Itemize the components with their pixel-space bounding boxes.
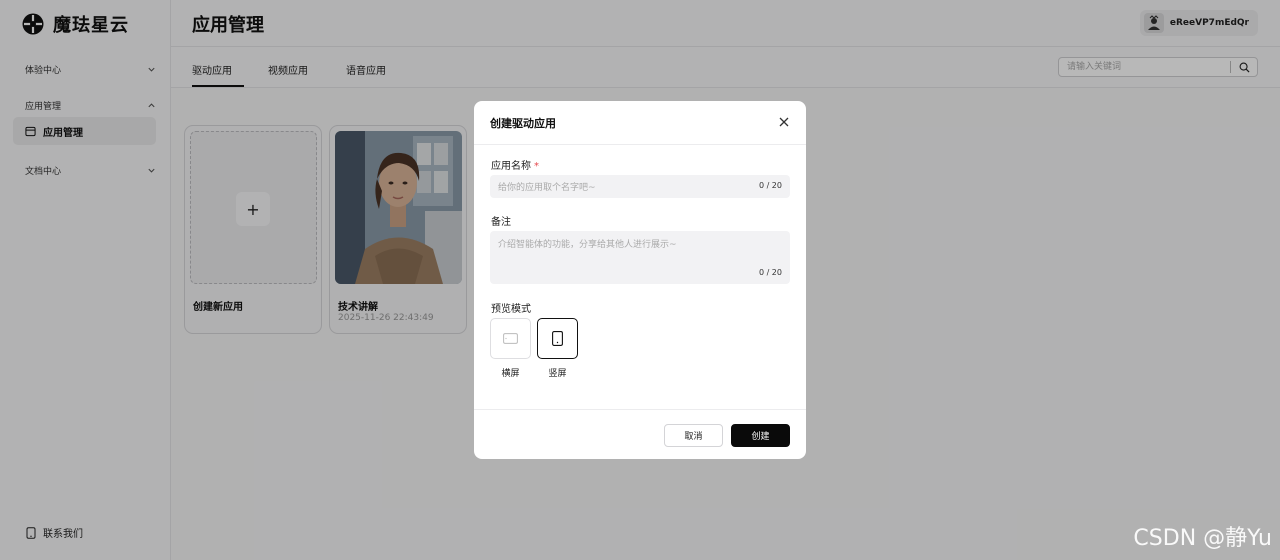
note-field: 0 / 20: [490, 231, 790, 284]
create-button[interactable]: 创建: [731, 424, 790, 447]
dialog-footer: 取消 创建: [474, 409, 806, 459]
watermark: CSDN @静Yu: [1133, 526, 1272, 551]
portrait-mode-option[interactable]: [537, 318, 578, 359]
cancel-button[interactable]: 取消: [664, 424, 723, 447]
landscape-screen-icon: [503, 333, 518, 344]
dialog-title: 创建驱动应用: [490, 117, 556, 130]
note-counter: 0 / 20: [758, 268, 782, 277]
create-app-dialog: 创建驱动应用 应用名称* 0 / 20 备注 0 / 20 预览模式 横屏 竖屏…: [474, 101, 806, 459]
portrait-mode-label: 竖屏: [548, 369, 567, 379]
landscape-mode-option[interactable]: [490, 318, 531, 359]
app-name-label-text: 应用名称: [491, 161, 531, 172]
close-icon[interactable]: [778, 116, 790, 128]
app-name-input[interactable]: [490, 176, 790, 200]
preview-mode-label: 预览模式: [491, 304, 531, 315]
portrait-screen-icon: [552, 331, 563, 346]
app-name-counter: 0 / 20: [758, 181, 782, 190]
note-textarea[interactable]: [490, 231, 790, 284]
landscape-mode-label: 横屏: [501, 369, 520, 379]
app-name-field: 0 / 20: [490, 175, 790, 200]
note-label: 备注: [491, 217, 511, 228]
dialog-header: 创建驱动应用: [474, 101, 806, 145]
required-mark: *: [534, 161, 539, 172]
app-name-label: 应用名称 *: [491, 157, 539, 172]
